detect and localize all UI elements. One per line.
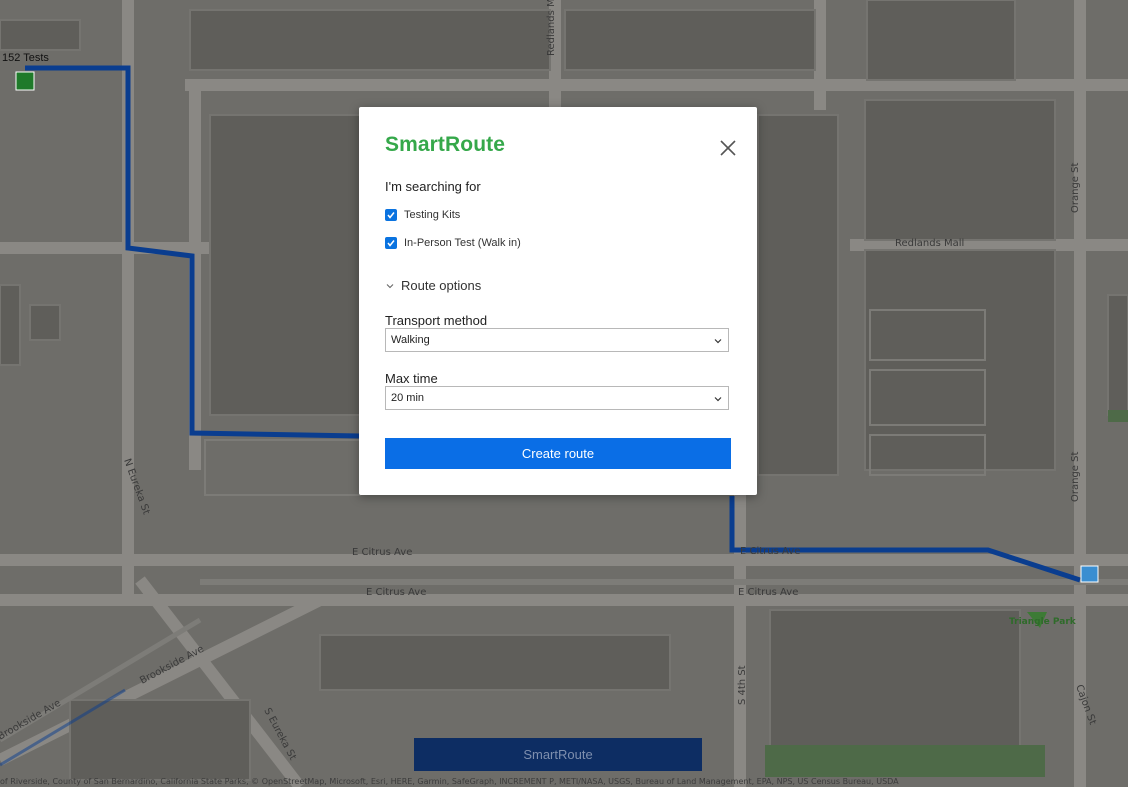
route-options-label: Route options [401,278,482,293]
create-route-button[interactable]: Create route [385,438,731,469]
in-person-test-option[interactable]: In-Person Test (Walk in) [385,237,521,249]
close-button[interactable] [717,137,739,159]
smartroute-dialog: SmartRoute I'm searching for Testing Kit… [359,107,757,495]
max-time-select[interactable]: 20 min [385,386,729,410]
testing-kits-checkbox[interactable] [385,209,397,221]
max-time-label: Max time [385,371,438,386]
max-time-value: 20 min [391,392,425,404]
close-icon [720,140,736,156]
route-options-toggle[interactable]: Route options [385,278,481,293]
in-person-test-label: In-Person Test (Walk in) [404,237,521,249]
testing-kits-option[interactable]: Testing Kits [385,209,460,221]
in-person-test-checkbox[interactable] [385,237,397,249]
transport-method-select[interactable]: Walking [385,328,729,352]
searching-for-label: I'm searching for [385,179,481,194]
check-icon [387,212,395,219]
transport-method-value: Walking [391,334,430,346]
map-attribution: of Riverside, County of San Bernardino, … [0,777,899,786]
check-icon [387,240,395,247]
chevron-down-icon [714,339,722,344]
testing-kits-label: Testing Kits [404,209,461,221]
chevron-down-icon [386,283,394,288]
chevron-down-icon [714,397,722,402]
smartroute-button[interactable]: SmartRoute [414,738,702,771]
transport-method-label: Transport method [385,313,488,328]
dialog-title: SmartRoute [385,133,506,156]
